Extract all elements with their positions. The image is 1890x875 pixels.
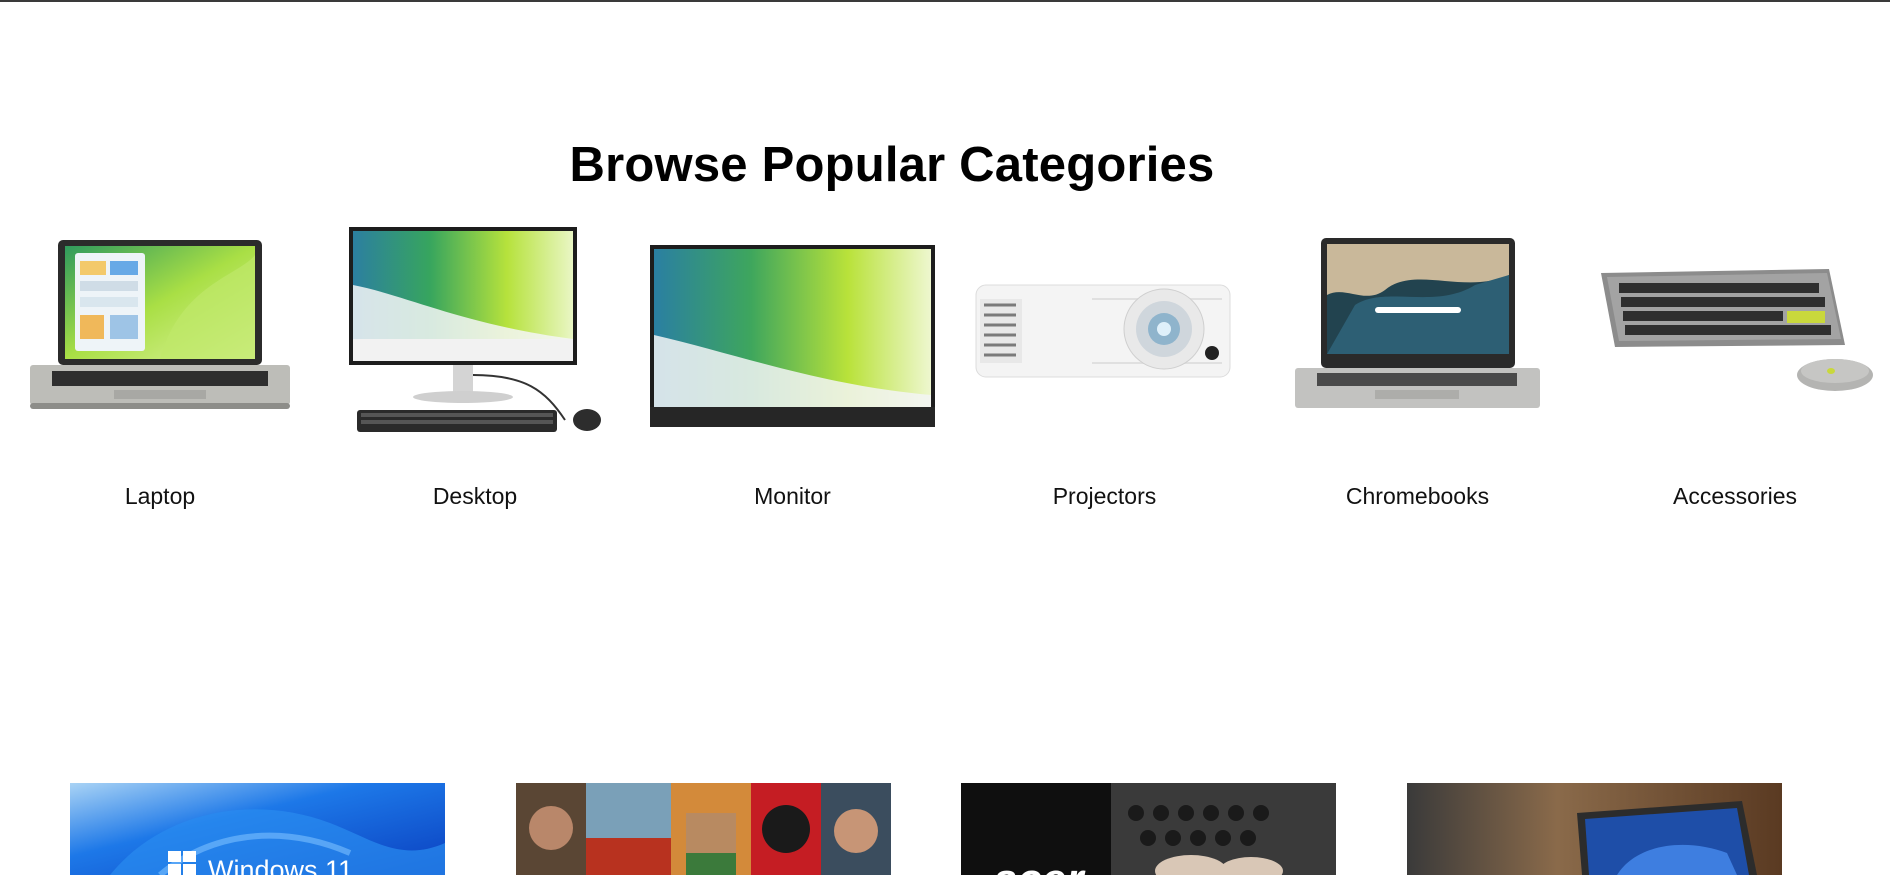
games-banner[interactable]: [516, 783, 891, 875]
section-title: Browse Popular Categories: [569, 137, 1215, 192]
acer-typewriter-banner[interactable]: acer: [961, 783, 1336, 875]
projector-image[interactable]: [972, 215, 1237, 445]
chromebook-image[interactable]: [1295, 215, 1540, 445]
category-chromebooks[interactable]: Chromebooks: [1295, 215, 1540, 515]
category-label-monitor[interactable]: Monitor: [650, 483, 935, 510]
category-label-projectors[interactable]: Projectors: [972, 483, 1237, 510]
category-laptop[interactable]: Laptop: [30, 215, 290, 515]
category-accessories[interactable]: Accessories: [1597, 215, 1873, 515]
top-border: [0, 0, 1890, 2]
category-projectors[interactable]: Projectors: [972, 215, 1237, 515]
windows-11-text: Windows 11: [208, 855, 354, 875]
laptop-lifestyle-banner[interactable]: [1407, 783, 1782, 875]
laptop-image[interactable]: [30, 215, 290, 445]
desktop-image[interactable]: [345, 215, 605, 445]
category-label-accessories[interactable]: Accessories: [1597, 483, 1873, 510]
category-label-chromebooks[interactable]: Chromebooks: [1295, 483, 1540, 510]
windows-11-banner[interactable]: Windows 11: [70, 783, 445, 875]
acer-logo-text: acer: [993, 855, 1084, 875]
category-monitor[interactable]: Monitor: [650, 215, 935, 515]
monitor-image[interactable]: [650, 215, 935, 445]
category-label-laptop[interactable]: Laptop: [30, 483, 290, 510]
category-desktop[interactable]: Desktop: [345, 215, 605, 515]
keyboard-mouse-image[interactable]: [1597, 215, 1873, 445]
category-label-desktop[interactable]: Desktop: [345, 483, 605, 510]
